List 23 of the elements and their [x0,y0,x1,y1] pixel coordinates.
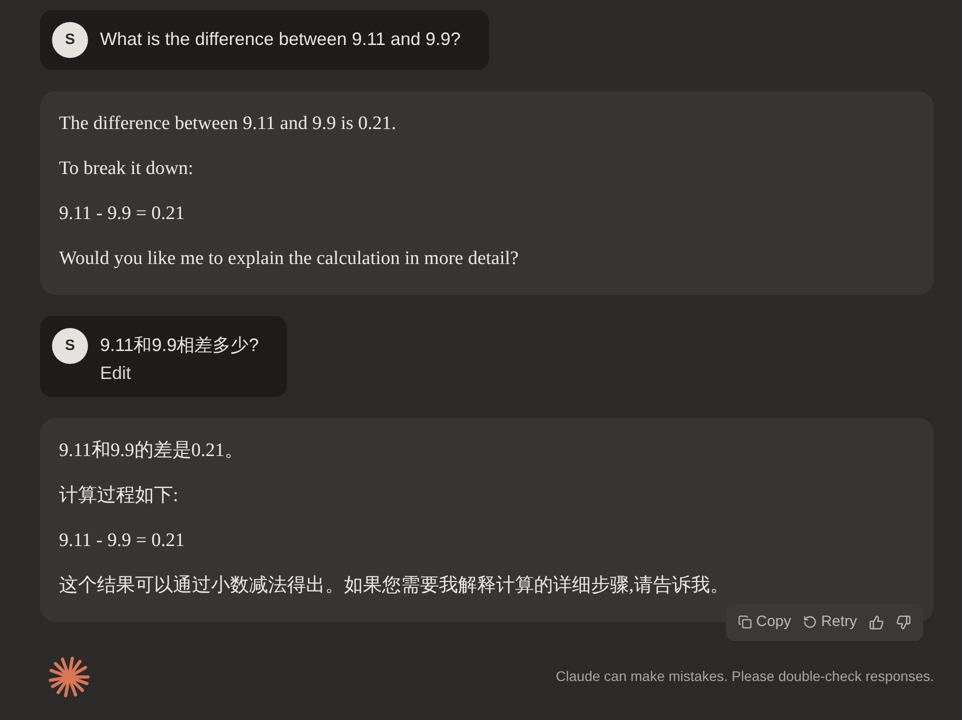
thumbs-down-button[interactable] [896,614,911,630]
sparkle-logo-icon [48,656,90,698]
response-paragraph: 这个结果可以通过小数减法得出。如果您需要我解释计算的详细步骤,请告诉我。 [59,574,730,598]
response-paragraph: 9.11 - 9.9 = 0.21 [59,202,186,226]
response-paragraph: 9.11 - 9.9 = 0.21 [59,529,186,553]
response-paragraph: 9.11和9.9的差是0.21。 [59,439,245,463]
thumbs-up-icon [869,614,884,630]
response-paragraph: 计算过程如下: [59,484,180,508]
user-avatar: S [52,328,88,364]
user-avatar: S [52,22,88,58]
edit-button[interactable]: Edit [100,361,259,385]
retry-icon [803,615,818,630]
copy-button[interactable]: Copy [738,611,792,634]
user-message-text: What is the difference between 9.11 and 9.9? [100,28,461,51]
disclaimer-text: Claude can make mistakes. Please double-check responses. [556,667,934,686]
thumbs-down-icon [896,614,911,630]
retry-button[interactable]: Retry [803,611,857,634]
response-paragraph: To break it down: [59,157,194,181]
response-paragraph: The difference between 9.11 and 9.9 is 0.21. [59,112,398,136]
user-message-text: 9.11和9.9相差多少? [100,334,259,357]
response-paragraph: Would you like me to explain the calculation in more detail? [59,247,520,271]
thumbs-up-button[interactable] [869,614,884,630]
copy-icon [738,615,752,630]
